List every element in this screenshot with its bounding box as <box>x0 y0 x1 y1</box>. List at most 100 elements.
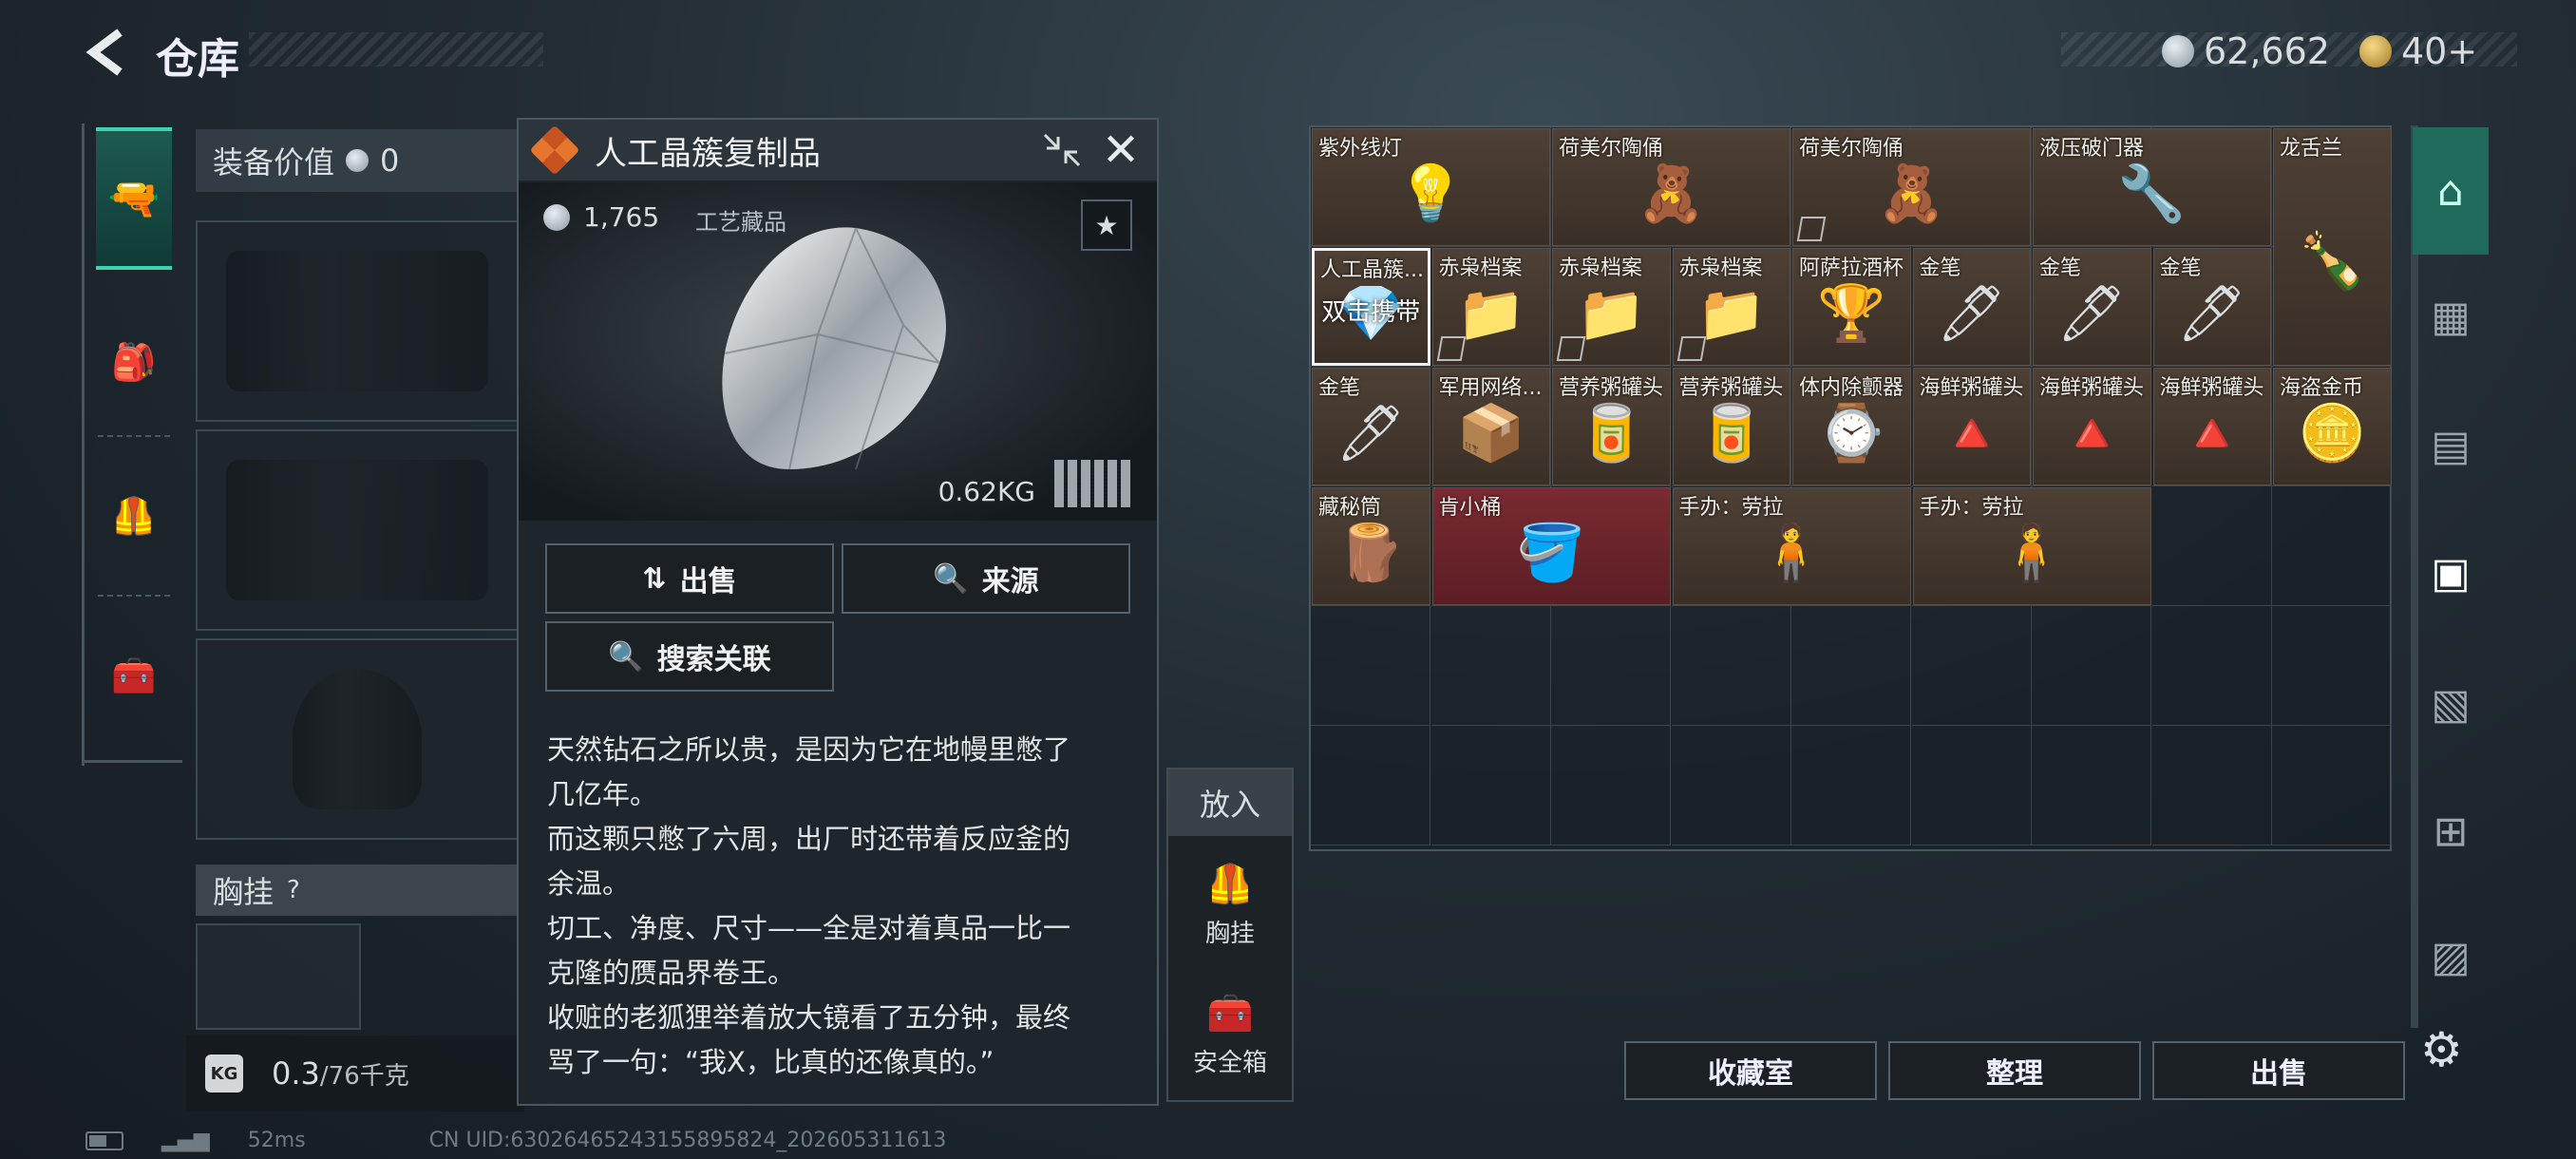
inventory-grid: 紫外线灯 💡 荷美尔陶俑 🧸 荷美尔陶俑 🧸 液压破门器 🔧 龙舌兰 🍾 人工晶簇... 💎 双击携带赤… <box>1309 125 2392 851</box>
search-related-button[interactable]: 🔍 搜索关联 <box>545 621 834 692</box>
inventory-item[interactable]: 手办：劳拉 🧍 <box>1912 487 2151 605</box>
grid-cell[interactable] <box>2151 606 2272 726</box>
inventory-item[interactable]: 荷美尔陶俑 🧸 <box>1792 128 2031 246</box>
grid-cell[interactable] <box>1430 726 1551 846</box>
sort-button[interactable]: 整理 <box>1888 1041 2141 1100</box>
vest-slot[interactable] <box>196 923 361 1030</box>
collection-room-button[interactable]: 收藏室 <box>1624 1041 1877 1100</box>
inventory-item[interactable]: 金笔 🖊 <box>2152 248 2271 366</box>
warehouse-tab-main[interactable]: ⌂ <box>2413 127 2489 255</box>
storage-tab-icon: ▣ <box>2431 548 2471 598</box>
grid-cell[interactable] <box>1791 606 1911 726</box>
title-decoration <box>249 32 543 66</box>
warehouse-tab-3b[interactable]: ▨ <box>2413 904 2489 1009</box>
put-in-vest[interactable]: 🦺 胸挂 <box>1168 844 1292 967</box>
grid-cell[interactable] <box>2032 726 2151 846</box>
inventory-item[interactable]: 体内除颤器 ⌚ <box>1792 368 1911 485</box>
search-icon: 🔍 <box>608 639 644 674</box>
pen-icon: 🖊 <box>2176 280 2247 346</box>
grid-cell[interactable] <box>1791 726 1911 846</box>
page-title: 仓库 <box>156 35 239 84</box>
inventory-item[interactable]: 营养粥罐头 🥫 <box>1552 368 1671 485</box>
inventory-item[interactable]: 海鲜粥罐头 🔺 <box>2152 368 2271 485</box>
gold-currency[interactable]: 40+ <box>2359 30 2477 72</box>
silver-coin-icon <box>2162 35 2194 67</box>
nav-toolbox[interactable]: 🧰 <box>96 604 172 747</box>
storage-tab-icon: ▦ <box>2431 292 2471 341</box>
warehouse-tab-4[interactable]: ▦ <box>2413 264 2489 369</box>
inventory-item[interactable]: 海盗金币 🪙 <box>2273 368 2392 485</box>
item-label: 金笔 <box>2159 256 2202 280</box>
put-in-safe[interactable]: 🧰 安全箱 <box>1168 973 1292 1096</box>
inventory-item[interactable]: 手办：劳拉 🧍 <box>1672 487 1911 605</box>
grid-cell[interactable] <box>1671 726 1791 846</box>
nav-weapon[interactable]: 🔫 <box>96 127 172 270</box>
inventory-item[interactable]: 液压破门器 🔧 <box>2033 128 2271 246</box>
nav-backpack[interactable]: 🎒 <box>96 291 172 433</box>
inventory-item[interactable]: 海鲜粥罐头 🔺 <box>1912 368 2031 485</box>
item-label: 人工晶簇... <box>1320 258 1424 282</box>
rifle-silhouette-icon <box>226 460 488 600</box>
item-label: 荷美尔陶俑 <box>1799 137 1904 161</box>
grid-cell[interactable] <box>1311 606 1430 726</box>
inventory-item[interactable]: 金笔 🖊 <box>2033 248 2151 366</box>
grid-cell[interactable] <box>1311 726 1430 846</box>
warehouse-tab-4b[interactable]: ▤ <box>2413 393 2489 498</box>
grid-cell[interactable] <box>2032 606 2151 726</box>
sell-button[interactable]: ⇅ 出售 <box>545 543 834 614</box>
grid-cell[interactable] <box>1911 726 2032 846</box>
seafood-can-icon: 🔺 <box>2177 400 2246 466</box>
grid-cell[interactable] <box>2272 606 2392 726</box>
warehouse-tab-3[interactable]: ▧ <box>2413 652 2489 756</box>
settings-gear-icon[interactable]: ⚙ <box>2420 1022 2463 1077</box>
double-click-carry-hint: 双击携带 <box>1321 298 1421 327</box>
inventory-item[interactable]: 人工晶簇... 💎 双击携带 <box>1312 248 1430 366</box>
inventory-item[interactable]: 军用网络... 📦 <box>1431 368 1550 485</box>
grid-cell[interactable] <box>2272 486 2392 606</box>
favorite-star-icon[interactable]: ★ <box>1081 200 1132 251</box>
secondary-weapon-slot[interactable] <box>196 429 519 631</box>
inventory-item[interactable]: 阿萨拉酒杯 🏆 <box>1792 248 1911 366</box>
nav-vest[interactable]: 🦺 <box>96 445 172 587</box>
grid-cell[interactable] <box>1671 606 1791 726</box>
inventory-item[interactable]: 赤枭档案 📁 <box>1672 248 1790 366</box>
inventory-item[interactable]: 肯小桶 🪣 <box>1431 487 1671 605</box>
item-size-grid-icon <box>1054 460 1130 507</box>
inventory-item[interactable]: 营养粥罐头 🥫 <box>1672 368 1790 485</box>
inventory-item[interactable]: 龙舌兰 🍾 <box>2273 128 2392 366</box>
item-label: 金笔 <box>2039 256 2082 280</box>
file-icon: 📁 <box>1456 280 1525 346</box>
network-module-icon: 📦 <box>1456 400 1525 466</box>
inventory-item[interactable]: 金笔 🖊 <box>1312 368 1430 485</box>
inventory-item[interactable]: 金笔 🖊 <box>1912 248 2031 366</box>
close-icon[interactable]: ✕ <box>1096 124 1146 177</box>
warehouse-tab-4c[interactable]: ▣ <box>2413 521 2489 625</box>
item-label: 阿萨拉酒杯 <box>1799 256 1904 280</box>
grid-cell[interactable] <box>1551 726 1671 846</box>
inventory-item[interactable]: 海鲜粥罐头 🔺 <box>2033 368 2151 485</box>
minimize-icon[interactable] <box>1039 129 1085 171</box>
warehouse-tab-add[interactable]: ⊞ <box>2413 779 2489 884</box>
grid-cell[interactable] <box>2272 726 2392 846</box>
inventory-item[interactable]: 赤枭档案 📁 <box>1552 248 1671 366</box>
grid-cell[interactable] <box>1430 606 1551 726</box>
help-icon[interactable]: ? <box>287 876 300 904</box>
inventory-item[interactable]: 紫外线灯 💡 <box>1312 128 1550 246</box>
grid-cell[interactable] <box>2151 486 2272 606</box>
helmet-slot[interactable] <box>196 638 519 840</box>
figurine-icon: 🧸 <box>1877 161 1946 226</box>
sell-all-button[interactable]: 出售 <box>2152 1041 2405 1100</box>
put-in-panel: 放入 🦺 胸挂 🧰 安全箱 <box>1166 768 1294 1102</box>
primary-weapon-slot[interactable] <box>196 220 519 422</box>
inventory-item[interactable]: 藏秘筒 🪵 <box>1312 487 1430 605</box>
file-icon: 📁 <box>1696 280 1766 346</box>
source-button[interactable]: 🔍 来源 <box>842 543 1130 614</box>
grid-cell[interactable] <box>2151 726 2272 846</box>
inventory-item[interactable]: 赤枭档案 📁 <box>1431 248 1550 366</box>
item-label: 紫外线灯 <box>1318 137 1403 161</box>
grid-cell[interactable] <box>1911 606 2032 726</box>
grid-cell[interactable] <box>1551 606 1671 726</box>
back-arrow-icon[interactable] <box>82 27 129 78</box>
tag-icon <box>1796 217 1827 241</box>
inventory-item[interactable]: 荷美尔陶俑 🧸 <box>1552 128 1790 246</box>
